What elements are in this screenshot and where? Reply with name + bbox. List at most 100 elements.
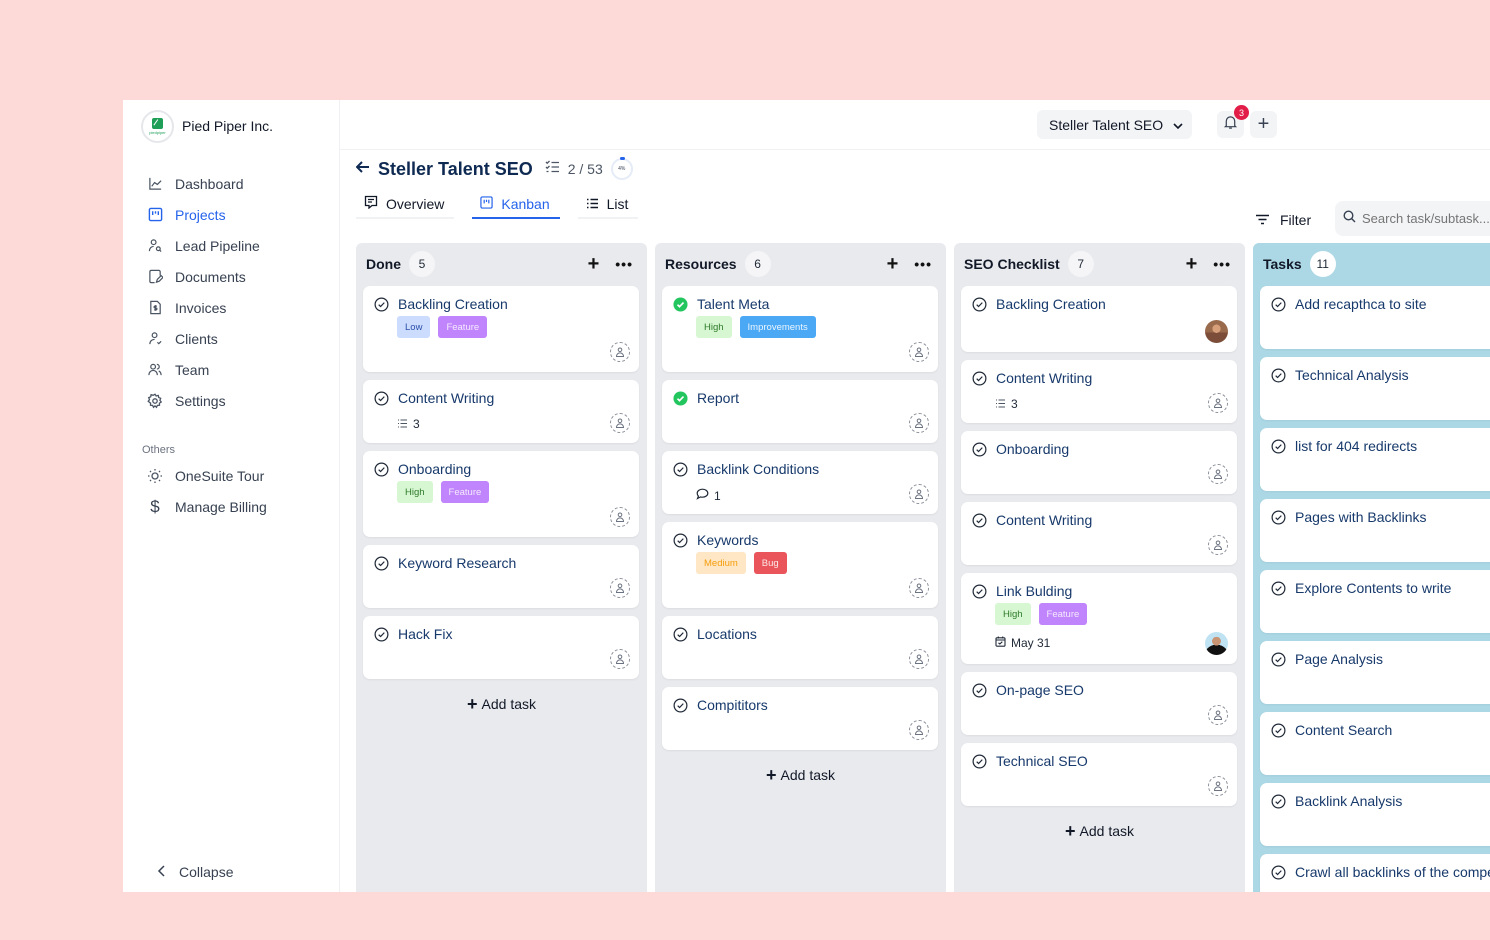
check-circle-icon[interactable]	[374, 556, 389, 571]
task-card[interactable]: Add recapthca to site	[1260, 286, 1490, 349]
assign-user-icon[interactable]	[909, 413, 929, 433]
check-circle-icon[interactable]	[972, 584, 987, 599]
task-card[interactable]: Onboarding High Feature	[363, 451, 639, 537]
task-card[interactable]: Backlink Analysis	[1260, 783, 1490, 846]
assign-user-icon[interactable]	[909, 342, 929, 362]
filter-button[interactable]: Filter	[1255, 212, 1311, 228]
check-circle-icon[interactable]	[972, 513, 987, 528]
assign-user-icon[interactable]	[610, 413, 630, 433]
check-circle-icon[interactable]	[1271, 865, 1286, 880]
assign-user-icon[interactable]	[610, 578, 630, 598]
check-circle-icon[interactable]	[1271, 368, 1286, 383]
collapse-button[interactable]: Collapse	[157, 864, 233, 880]
assign-user-icon[interactable]	[1208, 393, 1228, 413]
check-circle-icon[interactable]	[673, 533, 688, 548]
add-card-plus-icon[interactable]: +	[887, 253, 899, 276]
add-card-plus-icon[interactable]: +	[588, 253, 600, 276]
task-card[interactable]: Technical Analysis	[1260, 357, 1490, 420]
task-card[interactable]: Content Search	[1260, 712, 1490, 775]
task-card[interactable]: Crawl all backlinks of the competitors	[1260, 854, 1490, 892]
task-card[interactable]: Hack Fix	[363, 616, 639, 679]
assign-user-icon[interactable]	[1208, 464, 1228, 484]
sidebar-item-onesuite-tour[interactable]: OneSuite Tour	[123, 460, 339, 491]
task-card[interactable]: Technical SEO	[961, 743, 1237, 806]
more-options-icon[interactable]: •••	[914, 256, 932, 272]
add-card-plus-icon[interactable]: +	[1186, 253, 1198, 276]
check-circle-icon[interactable]	[972, 297, 987, 312]
sidebar-item-invoices[interactable]: Invoices	[123, 292, 339, 323]
task-card[interactable]: Content Writing 3	[961, 360, 1237, 423]
assignee-avatar[interactable]	[1205, 632, 1228, 655]
search-box[interactable]	[1335, 201, 1490, 236]
brand[interactable]: piedpiper Pied Piper Inc.	[123, 100, 339, 152]
sidebar-item-documents[interactable]: Documents	[123, 261, 339, 292]
task-card[interactable]: Backling Creation Low Feature	[363, 286, 639, 372]
assign-user-icon[interactable]	[610, 649, 630, 669]
check-done-icon[interactable]	[673, 297, 688, 312]
sidebar-item-lead-pipeline[interactable]: Lead Pipeline	[123, 230, 339, 261]
task-card[interactable]: Backling Creation	[961, 286, 1237, 352]
check-circle-icon[interactable]	[374, 297, 389, 312]
task-card[interactable]: Content Writing 3	[363, 380, 639, 443]
sidebar-item-dashboard[interactable]: Dashboard	[123, 168, 339, 199]
check-circle-icon[interactable]	[673, 462, 688, 477]
search-input[interactable]	[1362, 211, 1490, 226]
sidebar-item-projects[interactable]: Projects	[123, 199, 339, 230]
check-circle-icon[interactable]	[374, 627, 389, 642]
sidebar-item-clients[interactable]: Clients	[123, 323, 339, 354]
tab-kanban[interactable]: Kanban	[472, 193, 560, 219]
assign-user-icon[interactable]	[909, 578, 929, 598]
task-card[interactable]: On-page SEO	[961, 672, 1237, 735]
check-circle-icon[interactable]	[673, 698, 688, 713]
assignee-avatar[interactable]	[1205, 320, 1228, 343]
task-card[interactable]: Link Bulding High Feature May 31	[961, 573, 1237, 664]
assign-user-icon[interactable]	[909, 484, 929, 504]
task-card[interactable]: Compititors	[662, 687, 938, 750]
assign-user-icon[interactable]	[610, 507, 630, 527]
sidebar-item-settings[interactable]: Settings	[123, 385, 339, 416]
check-circle-icon[interactable]	[972, 442, 987, 457]
check-circle-icon[interactable]	[1271, 794, 1286, 809]
check-circle-icon[interactable]	[1271, 581, 1286, 596]
task-card[interactable]: list for 404 redirects	[1260, 428, 1490, 491]
check-circle-icon[interactable]	[972, 371, 987, 386]
check-circle-icon[interactable]	[374, 462, 389, 477]
assign-user-icon[interactable]	[909, 720, 929, 740]
more-options-icon[interactable]: •••	[1213, 256, 1231, 272]
task-card[interactable]: Report	[662, 380, 938, 443]
check-circle-icon[interactable]	[374, 391, 389, 406]
add-task-button[interactable]: + Add task	[954, 821, 1245, 842]
add-task-button[interactable]: + Add task	[655, 765, 946, 786]
more-options-icon[interactable]: •••	[615, 256, 633, 272]
task-card[interactable]: Page Analysis	[1260, 641, 1490, 704]
task-card[interactable]: Explore Contents to write	[1260, 570, 1490, 633]
check-circle-icon[interactable]	[972, 683, 987, 698]
tab-list[interactable]: List	[577, 193, 639, 219]
check-circle-icon[interactable]	[1271, 510, 1286, 525]
check-circle-icon[interactable]	[1271, 652, 1286, 667]
task-card[interactable]: Onboarding	[961, 431, 1237, 494]
tab-overview[interactable]: Overview	[356, 193, 455, 219]
sidebar-item-team[interactable]: Team	[123, 354, 339, 385]
project-select[interactable]: Steller Talent SEO	[1037, 110, 1192, 139]
check-circle-icon[interactable]	[1271, 297, 1286, 312]
check-circle-icon[interactable]	[673, 627, 688, 642]
add-task-button[interactable]: + Add task	[356, 694, 647, 715]
add-button[interactable]: +	[1250, 111, 1277, 138]
task-card[interactable]: Talent Meta High Improvements	[662, 286, 938, 372]
assign-user-icon[interactable]	[1208, 705, 1228, 725]
check-circle-icon[interactable]	[972, 754, 987, 769]
assign-user-icon[interactable]	[1208, 535, 1228, 555]
task-card[interactable]: Keyword Research	[363, 545, 639, 608]
assign-user-icon[interactable]	[1208, 776, 1228, 796]
check-circle-icon[interactable]	[1271, 439, 1286, 454]
assign-user-icon[interactable]	[909, 649, 929, 669]
check-circle-icon[interactable]	[1271, 723, 1286, 738]
back-arrow-icon[interactable]	[355, 160, 370, 178]
task-card[interactable]: Pages with Backlinks	[1260, 499, 1490, 562]
sidebar-item-manage-billing[interactable]: $ Manage Billing	[123, 491, 339, 522]
check-done-icon[interactable]	[673, 391, 688, 406]
assign-user-icon[interactable]	[610, 342, 630, 362]
task-card[interactable]: Locations	[662, 616, 938, 679]
task-card[interactable]: Content Writing	[961, 502, 1237, 565]
